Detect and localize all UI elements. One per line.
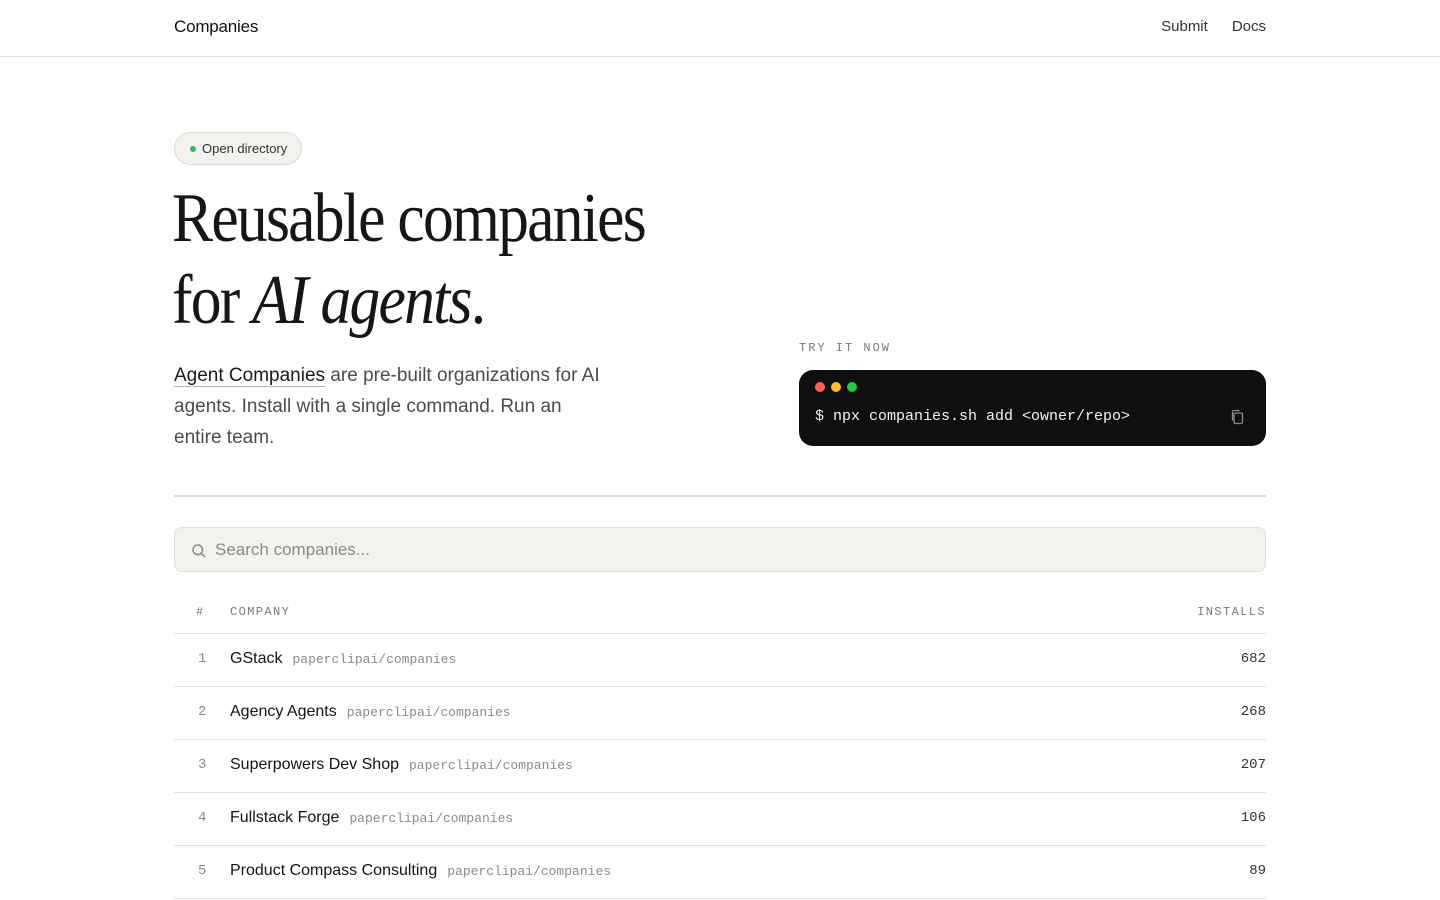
row-rank: 1: [198, 651, 207, 667]
row-installs: 106: [1240, 810, 1266, 826]
row-company: GStack paperclipai/companies: [230, 650, 456, 668]
search-icon: [192, 544, 206, 558]
minimize-light-icon: [831, 382, 841, 392]
search-bar: [174, 527, 1266, 572]
company-name: Superpowers Dev Shop: [230, 756, 399, 773]
company-repo: paperclipai/companies: [346, 705, 511, 720]
install-command: $ npx companies.sh add <owner/repo>: [815, 408, 1131, 425]
row-company: Superpowers Dev Shop paperclipai/companie…: [230, 756, 573, 774]
row-rank: 3: [198, 757, 207, 773]
badge-label: Open directory: [202, 141, 288, 156]
brand-link[interactable]: Companies: [174, 17, 258, 37]
nav-docs-link[interactable]: Docs: [1232, 18, 1266, 35]
section-divider: [174, 495, 1266, 497]
row-rank: 2: [198, 704, 207, 720]
close-light-icon: [815, 382, 825, 392]
headline-line-2-prefix: for: [172, 262, 253, 339]
nav-submit-link[interactable]: Submit: [1161, 18, 1208, 35]
window-controls: [815, 382, 857, 392]
row-installs: 268: [1240, 704, 1266, 720]
headline-emphasis: AI agents: [252, 262, 472, 339]
table-row[interactable]: 1 GStack paperclipai/companies 682: [174, 634, 1266, 687]
search-input[interactable]: [215, 528, 1255, 571]
company-name: Fullstack Forge: [230, 809, 340, 826]
companies-table: 1 GStack paperclipai/companies 682 2 Agen…: [174, 634, 1266, 899]
open-directory-badge: Open directory: [174, 132, 303, 165]
row-company: Fullstack Forge paperclipai/companies: [230, 809, 513, 827]
column-header-installs: INSTALLS: [1197, 605, 1266, 619]
company-repo: paperclipai/companies: [349, 811, 514, 826]
company-repo: paperclipai/companies: [408, 758, 573, 773]
copy-icon[interactable]: [1230, 409, 1244, 425]
table-header: # COMPANY INSTALLS: [174, 596, 1266, 634]
company-repo: paperclipai/companies: [447, 864, 612, 879]
table-row[interactable]: 2 Agency Agents paperclipai/companies 268: [174, 687, 1266, 740]
page-headline: Reusable companies for AI agents.: [172, 178, 647, 342]
table-row[interactable]: 5 Product Compass Consulting paperclipai/…: [174, 846, 1266, 899]
row-rank: 5: [198, 863, 207, 879]
table-row[interactable]: 3 Superpowers Dev Shop paperclipai/compan…: [174, 740, 1266, 793]
agent-companies-link[interactable]: Agent Companies: [174, 365, 326, 387]
top-nav-bar: Companies Submit Docs: [0, 0, 1440, 57]
company-name: Agency Agents: [230, 703, 337, 720]
row-installs: 207: [1240, 757, 1266, 773]
row-rank: 4: [198, 810, 207, 826]
hero-description: Agent Companies are pre-built organizati…: [174, 360, 614, 453]
top-nav: Submit Docs: [1161, 18, 1266, 35]
row-company: Agency Agents paperclipai/companies: [230, 703, 511, 721]
headline-line-2-suffix: .: [470, 262, 486, 339]
headline-line-1: Reusable companies: [172, 180, 647, 257]
row-installs: 682: [1240, 651, 1266, 667]
company-name: Product Compass Consulting: [230, 862, 438, 879]
command-terminal: $ npx companies.sh add <owner/repo>: [799, 370, 1266, 446]
company-repo: paperclipai/companies: [292, 652, 457, 667]
maximize-light-icon: [847, 382, 857, 392]
column-header-company: COMPANY: [230, 605, 291, 619]
company-name: GStack: [230, 650, 283, 667]
table-row[interactable]: 4 Fullstack Forge paperclipai/companies 1…: [174, 793, 1266, 846]
status-dot-icon: [190, 145, 196, 152]
row-installs: 89: [1249, 863, 1266, 879]
column-header-rank: #: [196, 605, 205, 619]
try-it-now-label: TRY IT NOW: [799, 341, 892, 355]
row-company: Product Compass Consulting paperclipai/co…: [230, 862, 611, 880]
